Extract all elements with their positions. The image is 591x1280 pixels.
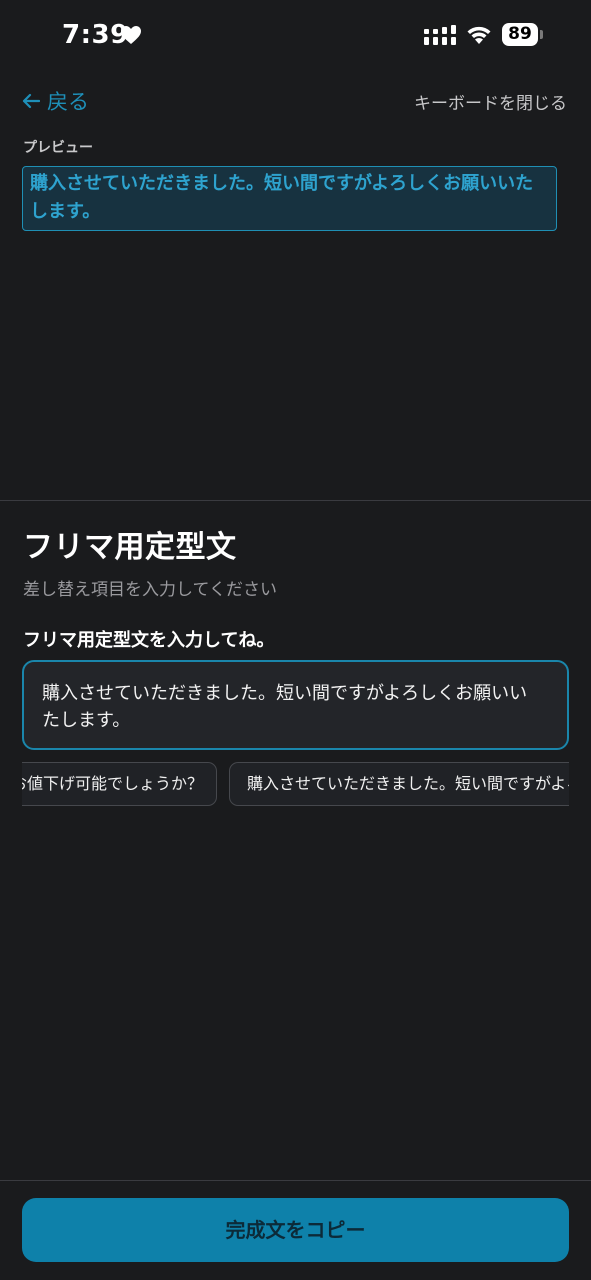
back-button[interactable]: 戻る — [22, 86, 89, 116]
panel-subtitle: 差し替え項目を入力してください — [23, 580, 277, 600]
back-label: 戻る — [47, 90, 89, 114]
battery-indicator: 89 — [502, 23, 538, 46]
copy-completed-text-button[interactable]: 完成文をコピー — [22, 1198, 569, 1262]
battery-tip — [540, 30, 543, 39]
heart-icon — [121, 26, 141, 44]
status-time: 7:39 — [62, 20, 129, 50]
signal-icon — [424, 25, 456, 45]
divider — [0, 500, 591, 501]
template-text-input[interactable]: 購入させていただきました。短い間ですがよろしくお願いいたします。 — [22, 660, 569, 750]
wifi-icon — [467, 26, 491, 44]
back-arrow-icon — [22, 93, 40, 109]
field-label: フリマ用定型文を入力してね。 — [23, 630, 275, 651]
suggestion-chip[interactable]: 購入させていただきました。短い間ですがよろしくお願いいたします。 — [229, 762, 569, 806]
suggestion-chips: お値下げ可能でしょうか？ 購入させていただきました。短い間ですがよろしくお願いい… — [22, 762, 569, 808]
status-bar: 7:39 89 — [0, 0, 591, 72]
close-keyboard-button[interactable]: キーボードを閉じる — [414, 89, 567, 114]
preview-label: プレビュー — [23, 140, 93, 156]
footer-divider — [0, 1180, 591, 1181]
suggestion-chip[interactable]: お値下げ可能でしょうか？ — [22, 762, 217, 806]
preview-text: 購入させていただきました。短い間ですがよろしくお願いいたします。 — [22, 166, 557, 231]
panel-title: フリマ用定型文 — [23, 530, 237, 565]
